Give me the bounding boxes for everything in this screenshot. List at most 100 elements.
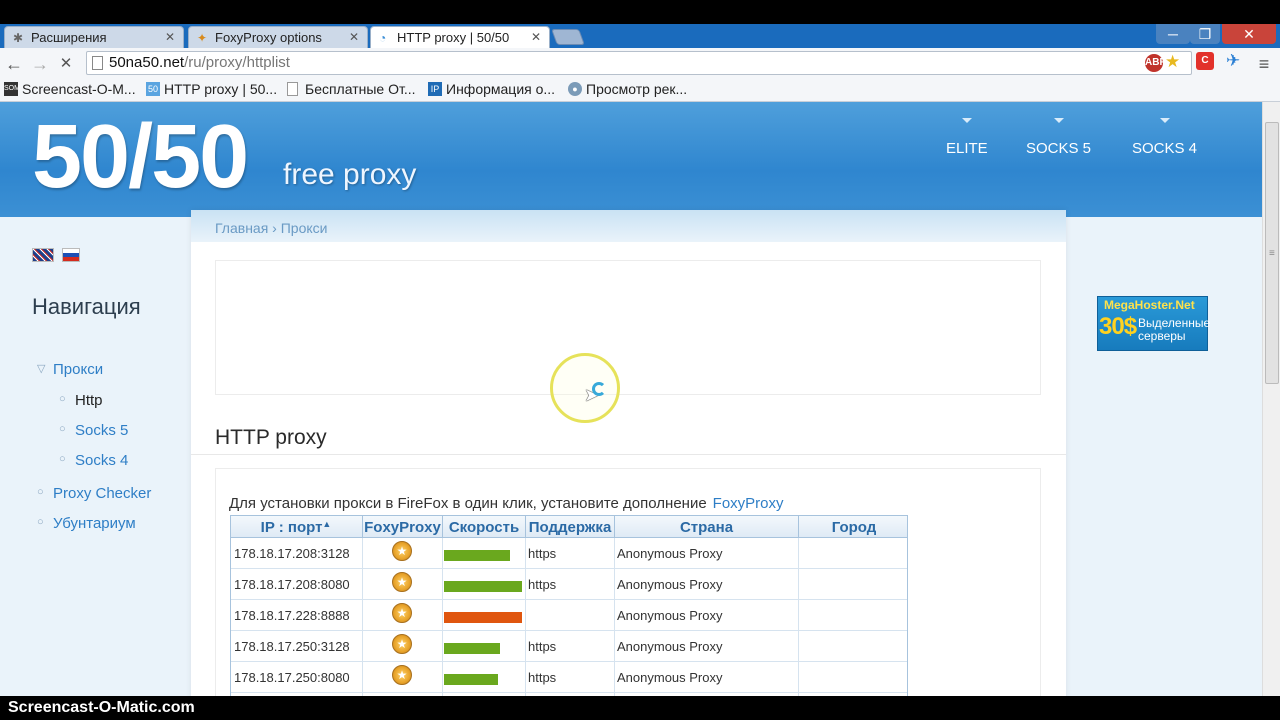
fox-icon: ✦ bbox=[197, 31, 208, 45]
tab-label: Расширения bbox=[31, 30, 107, 45]
bird-icon[interactable]: ✈ bbox=[1226, 51, 1240, 71]
sidebar-item-label: Http bbox=[75, 392, 103, 409]
foxyproxy-add-icon[interactable]: ★ bbox=[392, 634, 412, 654]
nav-socks4[interactable]: SOCKS 4 bbox=[1132, 118, 1197, 157]
url-path: /ru/proxy/httplist bbox=[184, 54, 290, 71]
column-separator bbox=[442, 600, 443, 631]
table-row[interactable]: 178.18.17.250:8080 ★ https Anonymous Proxy bbox=[231, 662, 907, 693]
foxyproxy-add-icon[interactable]: ★ bbox=[392, 665, 412, 685]
column-separator bbox=[362, 600, 363, 631]
sidebar-item-socks4[interactable]: ○ Socks 4 bbox=[59, 452, 128, 469]
ip-port-cell[interactable]: 178.18.17.208:8080 bbox=[234, 577, 350, 592]
sidebar-item-proxies[interactable]: ▽ Прокси bbox=[37, 361, 103, 378]
stop-button[interactable]: ✕ bbox=[54, 52, 78, 76]
globe-icon: ● bbox=[568, 82, 582, 96]
sidebar-item-socks5[interactable]: ○ Socks 5 bbox=[59, 422, 129, 439]
column-support[interactable]: Поддержка bbox=[526, 519, 614, 536]
sidebar-item-ubuntu[interactable]: ○ Убунтариум bbox=[37, 515, 136, 532]
foxyproxy-add-icon[interactable]: ★ bbox=[392, 572, 412, 592]
site-logo[interactable]: 50/50 bbox=[32, 106, 249, 209]
english-flag-icon[interactable] bbox=[32, 248, 54, 262]
close-icon[interactable]: ✕ bbox=[349, 30, 359, 44]
ip-port-cell[interactable]: 178.18.17.228:8888 bbox=[234, 608, 350, 623]
column-separator bbox=[798, 569, 799, 600]
russian-flag-icon[interactable] bbox=[62, 248, 80, 262]
header-label: IP : порт bbox=[260, 519, 323, 536]
sidebar-item-proxy-checker[interactable]: ○ Proxy Checker bbox=[37, 485, 151, 502]
foxyproxy-add-icon[interactable]: ★ bbox=[392, 603, 412, 623]
column-separator bbox=[525, 538, 526, 569]
nav-socks5[interactable]: SOCKS 5 bbox=[1026, 118, 1091, 157]
bookmark-label: HTTP proxy | 50... bbox=[164, 81, 278, 97]
sort-asc-icon: ▲ bbox=[322, 519, 332, 529]
column-separator bbox=[525, 662, 526, 693]
browser-window: ✱ Расширения ✕ ✦ FoxyProxy options ✕ ◔ H… bbox=[0, 24, 1280, 696]
screencast-icon: SOM bbox=[4, 82, 20, 96]
bullet-icon: ○ bbox=[37, 516, 44, 528]
browser-toolbar: ← → ✕ 50na50.net/ru/proxy/httplist ABP ★… bbox=[0, 48, 1280, 102]
menu-icon[interactable]: ≡ bbox=[1252, 52, 1276, 76]
ip-port-cell[interactable]: 178.18.17.208:3128 bbox=[234, 546, 350, 561]
ip-icon: IP bbox=[428, 82, 442, 96]
puzzle-icon: ✱ bbox=[13, 31, 24, 45]
adblock-icon[interactable]: ABP bbox=[1145, 54, 1166, 72]
bookmark-item[interactable]: SOM Screencast-O-M... bbox=[4, 81, 136, 97]
bookmark-item[interactable]: Бесплатные От... bbox=[287, 81, 416, 97]
column-separator bbox=[362, 631, 363, 662]
close-icon[interactable]: ✕ bbox=[531, 30, 541, 44]
column-ip-port[interactable]: IP : порт▲ bbox=[231, 519, 361, 536]
column-separator bbox=[442, 662, 443, 693]
sidebar-item-label: Socks 5 bbox=[75, 422, 129, 439]
speed-bar bbox=[444, 674, 498, 685]
scrollbar[interactable]: ≡ bbox=[1262, 102, 1280, 696]
ip-port-cell[interactable]: 178.18.17.250:8080 bbox=[234, 670, 350, 685]
table-body: 178.18.17.208:3128 ★ https Anonymous Proxy 1… bbox=[231, 538, 907, 696]
megahoster-banner[interactable]: MegaHoster.Net 30$ Выделенные серверы bbox=[1097, 296, 1211, 351]
column-separator bbox=[525, 569, 526, 600]
star-icon[interactable]: ★ bbox=[1165, 51, 1180, 73]
new-tab-button[interactable] bbox=[551, 29, 585, 45]
tab-foxyproxy-options[interactable]: ✦ FoxyProxy options ✕ bbox=[188, 26, 368, 48]
main-content: Главная › Прокси HTTP proxy Для установк… bbox=[191, 210, 1066, 696]
column-foxyproxy[interactable]: FoxyProxy bbox=[363, 519, 442, 536]
bookmark-item[interactable]: 50 HTTP proxy | 50... bbox=[146, 81, 277, 97]
table-row[interactable]: 178.18.17.208:8080 ★ https Anonymous Proxy bbox=[231, 569, 907, 600]
divider bbox=[191, 454, 1066, 455]
column-city[interactable]: Город bbox=[799, 519, 909, 536]
ip-port-cell[interactable]: 178.18.17.250:3128 bbox=[234, 639, 350, 654]
table-row[interactable]: 178.18.17.250:3128 ★ https Anonymous Proxy bbox=[231, 631, 907, 662]
column-separator bbox=[614, 662, 615, 693]
column-speed[interactable]: Скорость bbox=[443, 519, 525, 536]
banner-description: Выделенные серверы bbox=[1138, 316, 1211, 343]
table-row[interactable]: 178.18.17.228:8888 ★ Anonymous Proxy bbox=[231, 600, 907, 631]
close-icon[interactable]: ✕ bbox=[165, 30, 175, 44]
tab-http-proxy[interactable]: ◔ HTTP proxy | 50/50 ✕ bbox=[370, 26, 550, 48]
maximize-button[interactable]: ❐ bbox=[1190, 24, 1220, 44]
breadcrumb[interactable]: Главная › Прокси bbox=[215, 220, 327, 236]
sidebar-item-http[interactable]: ○ Http bbox=[59, 392, 103, 409]
column-separator bbox=[798, 631, 799, 662]
support-cell: https bbox=[528, 670, 557, 685]
foxyproxy-add-icon[interactable]: ★ bbox=[392, 541, 412, 561]
table-row[interactable]: 178.18.17.208:3128 ★ https Anonymous Proxy bbox=[231, 538, 907, 569]
extension-c-icon[interactable]: C bbox=[1196, 52, 1214, 70]
grip-icon: ≡ bbox=[1269, 248, 1275, 259]
tab-extensions[interactable]: ✱ Расширения ✕ bbox=[4, 26, 184, 48]
minimize-button[interactable]: ─ bbox=[1156, 24, 1190, 44]
expand-icon: ▽ bbox=[37, 363, 46, 375]
support-cell: https bbox=[528, 577, 557, 592]
back-button[interactable]: ← bbox=[2, 52, 26, 76]
bookmarks-bar: SOM Screencast-O-M... 50 HTTP proxy | 50… bbox=[0, 78, 1280, 102]
close-window-button[interactable]: ✕ bbox=[1222, 24, 1276, 44]
bookmark-label: Screencast-O-M... bbox=[22, 81, 136, 97]
foxyproxy-link[interactable]: FoxyProxy bbox=[713, 495, 784, 512]
nav-elite[interactable]: ELITE bbox=[946, 118, 988, 157]
column-separator bbox=[798, 662, 799, 693]
bookmark-item[interactable]: IP Информация о... bbox=[428, 81, 555, 97]
bookmark-item[interactable]: ● Просмотр рек... bbox=[568, 81, 687, 97]
tab-label: FoxyProxy options bbox=[215, 30, 322, 45]
bullet-icon: ○ bbox=[59, 393, 66, 405]
address-bar[interactable]: 50na50.net/ru/proxy/httplist ABP ★ bbox=[86, 51, 1192, 75]
forward-button[interactable]: → bbox=[28, 52, 52, 76]
column-country[interactable]: Страна bbox=[615, 519, 798, 536]
